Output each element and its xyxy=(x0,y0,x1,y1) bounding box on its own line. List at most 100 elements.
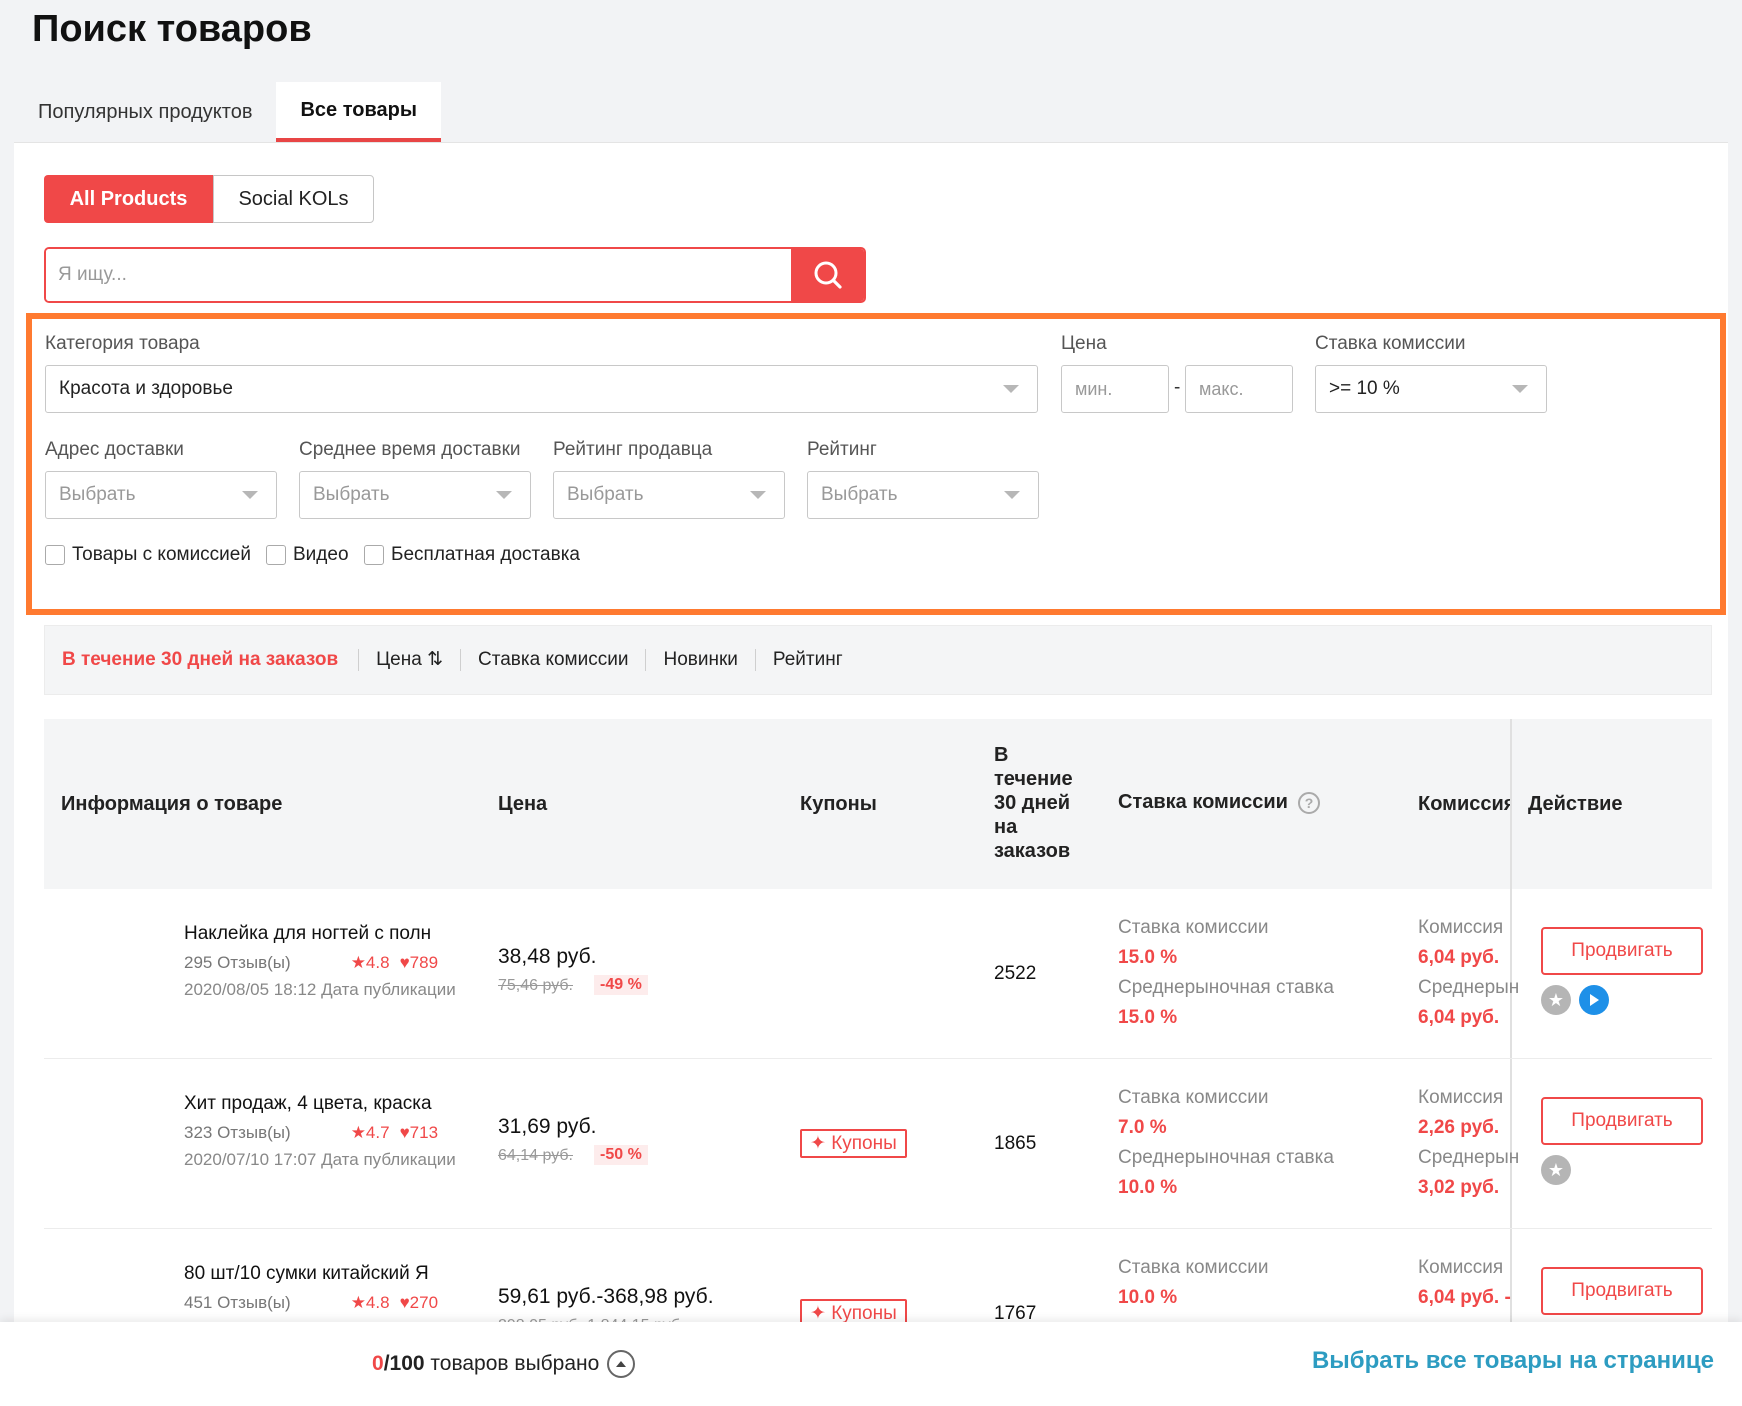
rating-select[interactable]: Выбрать xyxy=(807,471,1039,519)
checkbox-label: Бесплатная доставка xyxy=(391,544,580,565)
select-placeholder: Выбрать xyxy=(567,484,644,505)
select-placeholder: Выбрать xyxy=(59,484,136,505)
search-input[interactable] xyxy=(46,249,791,301)
product-meta: 451 Отзыв(ы) ★4.8 ♥270 xyxy=(184,1293,438,1313)
checkbox-box[interactable] xyxy=(364,545,384,565)
market-commission-value: 3,02 руб. xyxy=(1418,1177,1500,1198)
tab-popular[interactable]: Популярных продуктов xyxy=(14,82,276,142)
search-icon xyxy=(814,261,842,289)
chevron-down-icon xyxy=(1512,385,1528,393)
rate-label: Ставка комиссии xyxy=(1118,917,1269,938)
likes-count: ♥270 xyxy=(399,1293,439,1312)
delivery-time-label: Среднее время доставки xyxy=(299,439,521,460)
table-header: Информация о товаре Цена Купоны В течени… xyxy=(44,719,1712,889)
old-price: 75,46 руб. xyxy=(498,977,573,994)
seller-rating-select[interactable]: Выбрать xyxy=(553,471,785,519)
main-tabs: Популярных продуктов Все товары xyxy=(14,82,441,142)
header-commission-rate: Ставка комиссии? xyxy=(1118,791,1320,814)
header-info: Информация о товаре xyxy=(61,793,283,815)
commission-label: Комиссия xyxy=(1418,1087,1504,1108)
category-select[interactable]: Красота и здоровье xyxy=(45,365,1038,413)
rating-value: ★4.8 xyxy=(350,953,390,972)
commission-value: 6,04 руб. - xyxy=(1418,1287,1511,1308)
sort-orders-30d[interactable]: В течение 30 дней на заказов xyxy=(62,649,358,671)
commission-value: >= 10 % xyxy=(1329,378,1400,399)
coupon-badge[interactable]: ✦ Купоны xyxy=(800,1129,907,1158)
commission-value: 6,04 руб. xyxy=(1418,947,1500,968)
promote-button[interactable]: Продвигать xyxy=(1541,927,1703,975)
product-price: 31,69 руб. xyxy=(498,1115,597,1138)
price-max-input[interactable]: макс. xyxy=(1185,365,1293,413)
page-title: Поиск товаров xyxy=(32,8,312,50)
select-placeholder: Выбрать xyxy=(821,484,898,505)
help-icon[interactable]: ? xyxy=(1297,791,1320,814)
commission-products-checkbox[interactable]: Товары с комиссией xyxy=(45,544,251,566)
play-triangle-icon xyxy=(1590,994,1599,1006)
sort-rating[interactable]: Рейтинг xyxy=(754,649,860,671)
header-commission: Комиссия xyxy=(1418,793,1516,815)
filter-panel: Категория товара Красота и здоровье Цена… xyxy=(26,313,1726,615)
orders-count: 2522 xyxy=(994,963,1037,984)
expand-selection-button[interactable] xyxy=(607,1350,636,1378)
likes-count: ♥789 xyxy=(399,953,439,972)
market-rate-value: 10.0 % xyxy=(1118,1177,1178,1198)
all-products-button[interactable]: All Products xyxy=(44,175,213,223)
select-placeholder: Выбрать xyxy=(313,484,390,505)
sort-commission[interactable]: Ставка комиссии xyxy=(460,649,645,671)
delivery-time-select[interactable]: Выбрать xyxy=(299,471,531,519)
tab-all-products[interactable]: Все товары xyxy=(276,82,441,142)
delivery-address-select[interactable]: Выбрать xyxy=(45,471,277,519)
rating-value: ★4.7 xyxy=(350,1123,390,1142)
chevron-down-icon xyxy=(496,491,512,499)
market-rate-value: 15.0 % xyxy=(1118,1007,1178,1028)
product-price: 38,48 руб. xyxy=(498,945,597,968)
commission-select[interactable]: >= 10 % xyxy=(1315,365,1547,413)
product-name[interactable]: Хит продаж, 4 цвета, краска xyxy=(184,1093,432,1115)
category-label: Категория товара xyxy=(45,333,200,354)
market-rate-label: Среднерыночная ставка xyxy=(1118,1147,1334,1168)
search-button[interactable] xyxy=(791,249,864,301)
sort-new[interactable]: Новинки xyxy=(645,649,754,671)
chevron-down-icon xyxy=(242,491,258,499)
seller-rating-label: Рейтинг продавца xyxy=(553,439,713,460)
discount-badge: -49 % xyxy=(594,975,648,995)
content-panel: All Products Social KOLs Категория товар… xyxy=(14,142,1728,1399)
chevron-down-icon xyxy=(1003,385,1019,393)
selection-bar: 0/100 товаров выбрано Выбрать все товары… xyxy=(0,1322,1742,1406)
discount-badge: -50 % xyxy=(594,1145,648,1165)
chevron-down-icon xyxy=(750,491,766,499)
play-icon[interactable] xyxy=(1579,985,1609,1015)
chevron-down-icon xyxy=(1004,491,1020,499)
price-label: Цена xyxy=(1061,333,1107,354)
rating-value: ★4.8 xyxy=(350,1293,390,1312)
rate-value: 7.0 % xyxy=(1118,1117,1167,1138)
product-name[interactable]: 80 шт/10 сумки китайский Я xyxy=(184,1263,429,1285)
promote-button[interactable]: Продвигать xyxy=(1541,1097,1703,1145)
rate-label: Ставка комиссии xyxy=(1118,1087,1269,1108)
checkbox-label: Товары с комиссией xyxy=(72,544,251,565)
header-price: Цена xyxy=(498,793,548,815)
header-coupons: Купоны xyxy=(800,793,877,815)
likes-count: ♥713 xyxy=(399,1123,439,1142)
price-min-input[interactable]: мин. xyxy=(1061,365,1169,413)
star-icon[interactable]: ★ xyxy=(1541,985,1571,1015)
checkbox-box[interactable] xyxy=(266,545,286,565)
source-switch: All Products Social KOLs xyxy=(44,175,374,223)
rate-value: 15.0 % xyxy=(1118,947,1178,968)
commission-label: Комиссия xyxy=(1418,917,1504,938)
star-icon[interactable]: ★ xyxy=(1541,1155,1571,1185)
video-checkbox[interactable]: Видео xyxy=(266,544,349,566)
reviews-count: 323 Отзыв(ы) xyxy=(184,1123,291,1142)
header-commission-rate-label: Ставка комиссии xyxy=(1118,791,1288,813)
product-name[interactable]: Наклейка для ногтей с полн xyxy=(184,923,431,945)
free-shipping-checkbox[interactable]: Бесплатная доставка xyxy=(364,544,580,566)
social-kols-button[interactable]: Social KOLs xyxy=(213,175,374,223)
sort-price[interactable]: Цена ⇅ xyxy=(358,649,460,671)
header-action-cell: Действие xyxy=(1510,719,1712,889)
table-row: Хит продаж, 4 цвета, краска 323 Отзыв(ы)… xyxy=(44,1059,1712,1229)
checkbox-box[interactable] xyxy=(45,545,65,565)
rating-label: Рейтинг xyxy=(807,439,877,460)
select-all-link[interactable]: Выбрать все товары на странице xyxy=(1312,1347,1714,1375)
promote-button[interactable]: Продвигать xyxy=(1541,1267,1703,1315)
orders-count: 1865 xyxy=(994,1133,1037,1154)
